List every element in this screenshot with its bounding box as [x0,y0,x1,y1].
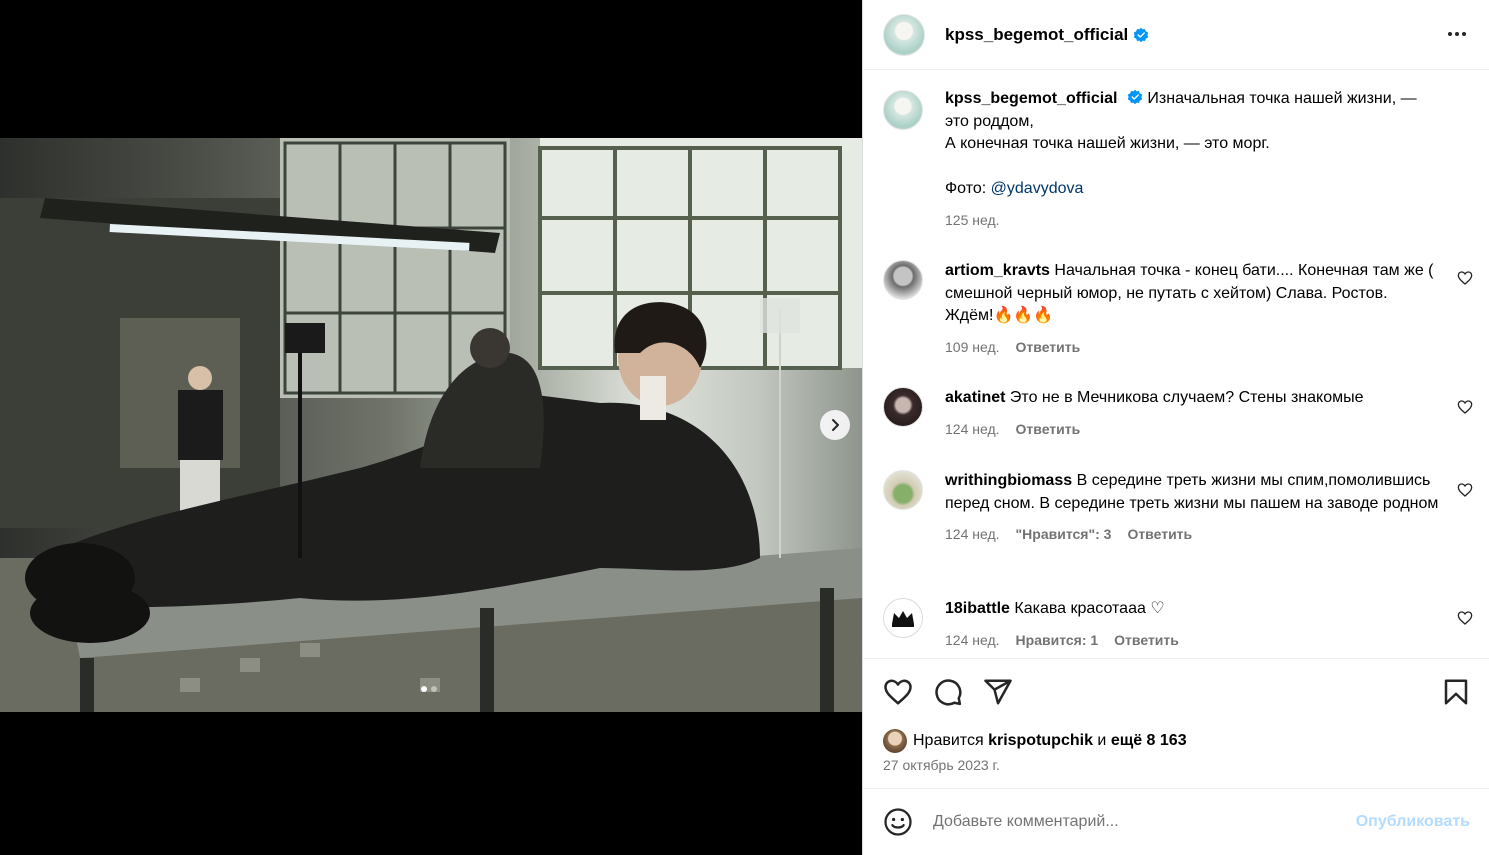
reply-button[interactable]: Ответить [1114,629,1179,652]
next-slide-button[interactable] [820,410,850,440]
verified-badge-icon [1127,89,1143,105]
post-header: kpss_begemot_official [863,0,1489,70]
post-actions: Нравится krispotupchik и ещё 8 163 27 ок… [863,658,1489,788]
commenter-username[interactable]: writhingbiomass [945,472,1072,489]
caption-line-3: А конечная точка нашей жизни, — это морг… [945,135,1270,152]
carousel-dot [431,686,437,692]
comment-likes-count[interactable]: Нравится: 1 [1016,629,1099,652]
caption: kpss_begemot_official Изначальная точка … [883,89,1473,231]
carousel-indicator [421,686,437,692]
comment-time: 124 нед. [945,631,1000,648]
commenter-avatar[interactable] [883,470,923,510]
more-options-icon[interactable] [1445,22,1469,46]
comment-item: writhingbiomass В середине треть жизни м… [883,470,1473,546]
comments-list[interactable]: kpss_begemot_official Изначальная точка … [863,70,1489,658]
caption-line-2: это роддом, [945,112,1034,130]
like-comment-heart-icon[interactable] [1457,399,1473,415]
author-avatar[interactable] [883,13,925,56]
commenter-avatar[interactable] [883,387,923,427]
chevron-right-icon [832,419,839,431]
comment-text: Это не в Мечникова случаем? Стены знаком… [1009,389,1364,406]
like-comment-heart-icon[interactable] [1457,270,1473,286]
photographer-mention-link[interactable]: @ydavydova [991,180,1084,197]
like-heart-icon[interactable] [883,677,913,707]
comment-item: artiom_kravts Начальная точка - конец ба… [883,260,1473,358]
comment-time: 124 нед. [945,420,1000,437]
verified-badge-icon [1134,27,1149,42]
comment-item: akatinet Это не в Мечникова случаем? Сте… [883,387,1473,440]
comment-time: 109 нед. [945,338,1000,355]
commenter-avatar[interactable] [883,598,923,638]
commenter-avatar[interactable] [883,260,923,300]
likes-and: и [1097,732,1107,749]
comment-text: Какава красотааа ♡ [1014,600,1165,617]
liker-username[interactable]: krispotupchik [988,732,1093,750]
caption-photo-label: Фото: [945,180,991,197]
post-date: 27 октябрь 2023 г. [883,757,1000,773]
emoji-icon[interactable] [883,807,913,837]
post-media [0,0,862,855]
comment-item: 18ibattle Какава красотааа ♡ 124 нед. Нр… [883,598,1473,651]
likes-count[interactable]: ещё 8 163 [1111,732,1187,750]
like-comment-heart-icon[interactable] [1457,482,1473,498]
likes-prefix: Нравится [913,732,984,749]
photo-illustration [0,138,862,712]
commenter-username[interactable]: akatinet [945,389,1005,406]
liker-avatar [883,729,907,753]
like-comment-heart-icon[interactable] [1457,610,1473,626]
crown-icon [892,611,914,627]
likes-summary[interactable]: Нравится krispotupchik и ещё 8 163 [883,729,1187,753]
reply-button[interactable]: Ответить [1016,336,1081,359]
post-photo [0,138,862,712]
commenter-username[interactable]: 18ibattle [945,600,1010,617]
reply-button[interactable]: Ответить [1127,523,1192,546]
caption-username[interactable]: kpss_begemot_official [945,90,1118,107]
publish-button[interactable]: Опубликовать [1356,813,1470,831]
bookmark-save-icon[interactable] [1441,677,1471,707]
reply-button[interactable]: Ответить [1016,418,1081,441]
caption-time: 125 нед. [945,211,1000,228]
add-comment-bar: Опубликовать [863,788,1489,855]
comment-time: 124 нед. [945,526,1000,542]
commenter-username[interactable]: artiom_kravts [945,262,1050,279]
comment-input[interactable] [933,813,1344,831]
author-username[interactable]: kpss_begemot_official [945,25,1128,45]
caption-avatar[interactable] [883,90,923,130]
comment-bubble-icon[interactable] [933,677,963,707]
carousel-dot-active [421,686,427,692]
share-send-icon[interactable] [983,677,1013,707]
caption-line-1: Изначальная точка нашей жизни, — [1147,90,1417,107]
post-details-panel: kpss_begemot_official kpss_begemot_offic… [862,0,1489,855]
comment-likes-count[interactable]: "Нравится": 3 [1016,523,1112,546]
